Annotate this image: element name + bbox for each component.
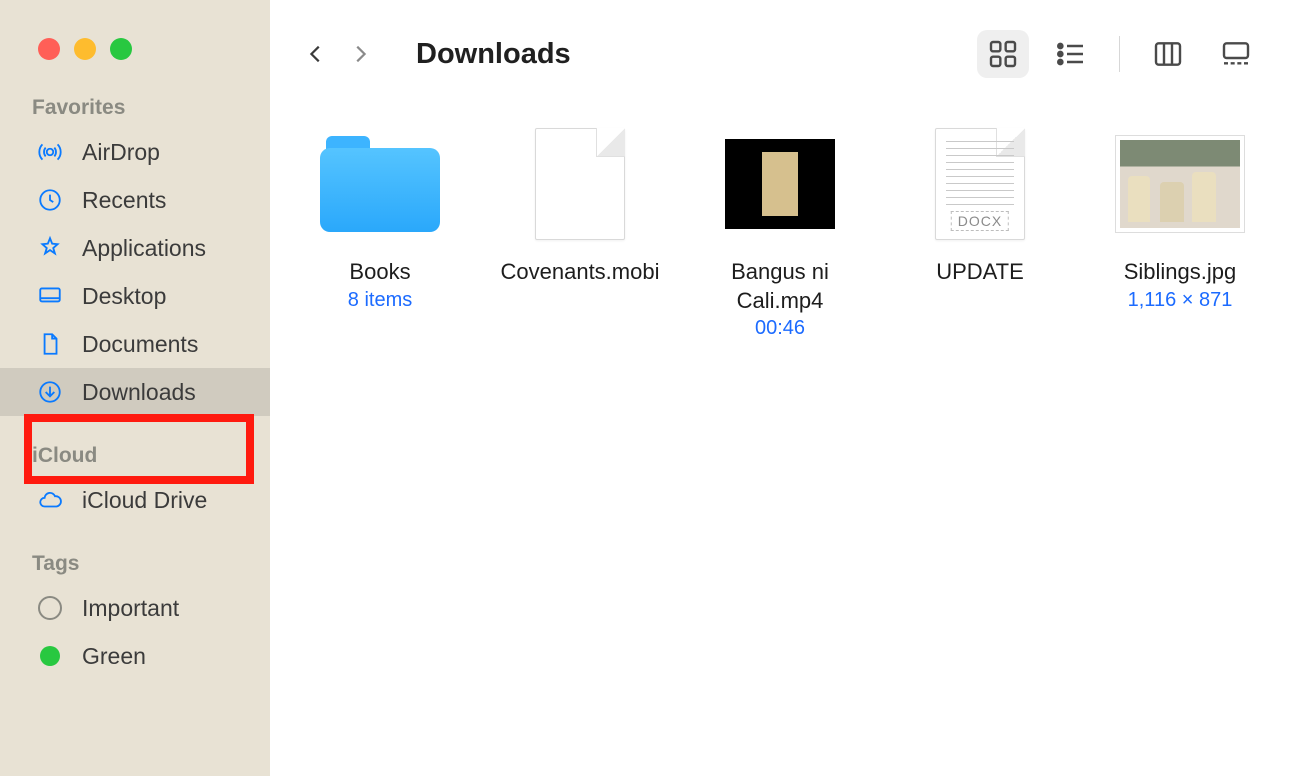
sidebar-item-label: Documents	[82, 331, 198, 358]
view-switcher	[977, 30, 1262, 78]
icon-view-button[interactable]	[977, 30, 1029, 78]
window-controls	[0, 0, 270, 60]
sidebar-item-label: AirDrop	[82, 139, 160, 166]
sidebar-item-label: Recents	[82, 187, 166, 214]
sidebar-item-label: Important	[82, 595, 179, 622]
column-view-button[interactable]	[1142, 30, 1194, 78]
sidebar-item-label: Green	[82, 643, 146, 670]
sidebar-item-label: Desktop	[82, 283, 166, 310]
clock-icon	[36, 186, 64, 214]
file-grid: Books 8 items Covenants.mobi Bangus ni C…	[270, 98, 1302, 340]
download-icon	[36, 378, 64, 406]
sidebar-item-airdrop[interactable]: AirDrop	[0, 128, 270, 176]
file-name: Covenants.mobi	[501, 258, 660, 287]
sidebar-item-label: Applications	[82, 235, 206, 262]
gallery-view-button[interactable]	[1210, 30, 1262, 78]
applications-icon	[36, 234, 64, 262]
sidebar-item-desktop[interactable]: Desktop	[0, 272, 270, 320]
toolbar-divider	[1119, 36, 1120, 72]
grid-icon	[987, 38, 1019, 70]
sidebar-item-documents[interactable]: Documents	[0, 320, 270, 368]
sidebar-section-tags: Tags	[0, 524, 270, 584]
file-item-mobi[interactable]: Covenants.mobi	[480, 124, 680, 287]
forward-button[interactable]	[342, 36, 378, 72]
tag-circle-icon	[36, 642, 64, 670]
cloud-icon	[36, 486, 64, 514]
sidebar: Favorites AirDrop Recents Applications D…	[0, 0, 270, 776]
list-icon	[1055, 38, 1087, 70]
minimize-window-button[interactable]	[74, 38, 96, 60]
columns-icon	[1152, 38, 1184, 70]
sidebar-tag-important[interactable]: Important	[0, 584, 270, 632]
file-name: Bangus ni Cali.mp4	[685, 258, 875, 315]
docx-file-icon: DOCX	[935, 124, 1025, 244]
folder-icon	[320, 124, 440, 244]
zoom-window-button[interactable]	[110, 38, 132, 60]
sidebar-item-downloads[interactable]: Downloads	[0, 368, 270, 416]
video-thumbnail-icon	[725, 124, 835, 244]
sidebar-section-favorites: Favorites	[0, 60, 270, 128]
sidebar-section-icloud: iCloud	[0, 416, 270, 476]
sidebar-item-label: iCloud Drive	[82, 487, 207, 514]
list-view-button[interactable]	[1045, 30, 1097, 78]
file-item-video[interactable]: Bangus ni Cali.mp4 00:46	[680, 124, 880, 340]
tag-circle-icon	[36, 594, 64, 622]
finder-window: Favorites AirDrop Recents Applications D…	[0, 0, 1302, 776]
generic-file-icon	[535, 124, 625, 244]
location-title: Downloads	[416, 38, 571, 71]
image-thumbnail-icon	[1115, 124, 1245, 244]
file-item-docx[interactable]: DOCX UPDATE	[880, 124, 1080, 287]
file-name: Books	[349, 258, 410, 287]
back-button[interactable]	[298, 36, 334, 72]
file-meta: 1,116 × 871	[1128, 289, 1233, 312]
document-icon	[36, 330, 64, 358]
sidebar-item-label: Downloads	[82, 379, 196, 406]
airdrop-icon	[36, 138, 64, 166]
sidebar-item-icloud-drive[interactable]: iCloud Drive	[0, 476, 270, 524]
sidebar-item-recents[interactable]: Recents	[0, 176, 270, 224]
file-item-image[interactable]: Siblings.jpg 1,116 × 871	[1080, 124, 1280, 312]
toolbar: Downloads	[270, 0, 1302, 98]
file-name: UPDATE	[936, 258, 1024, 287]
file-item-folder[interactable]: Books 8 items	[280, 124, 480, 312]
close-window-button[interactable]	[38, 38, 60, 60]
content-area: Downloads	[270, 0, 1302, 776]
gallery-icon	[1220, 38, 1252, 70]
sidebar-item-applications[interactable]: Applications	[0, 224, 270, 272]
desktop-icon	[36, 282, 64, 310]
file-meta: 00:46	[755, 317, 805, 340]
sidebar-tag-green[interactable]: Green	[0, 632, 270, 680]
file-meta: 8 items	[348, 289, 412, 312]
file-name: Siblings.jpg	[1124, 258, 1237, 287]
